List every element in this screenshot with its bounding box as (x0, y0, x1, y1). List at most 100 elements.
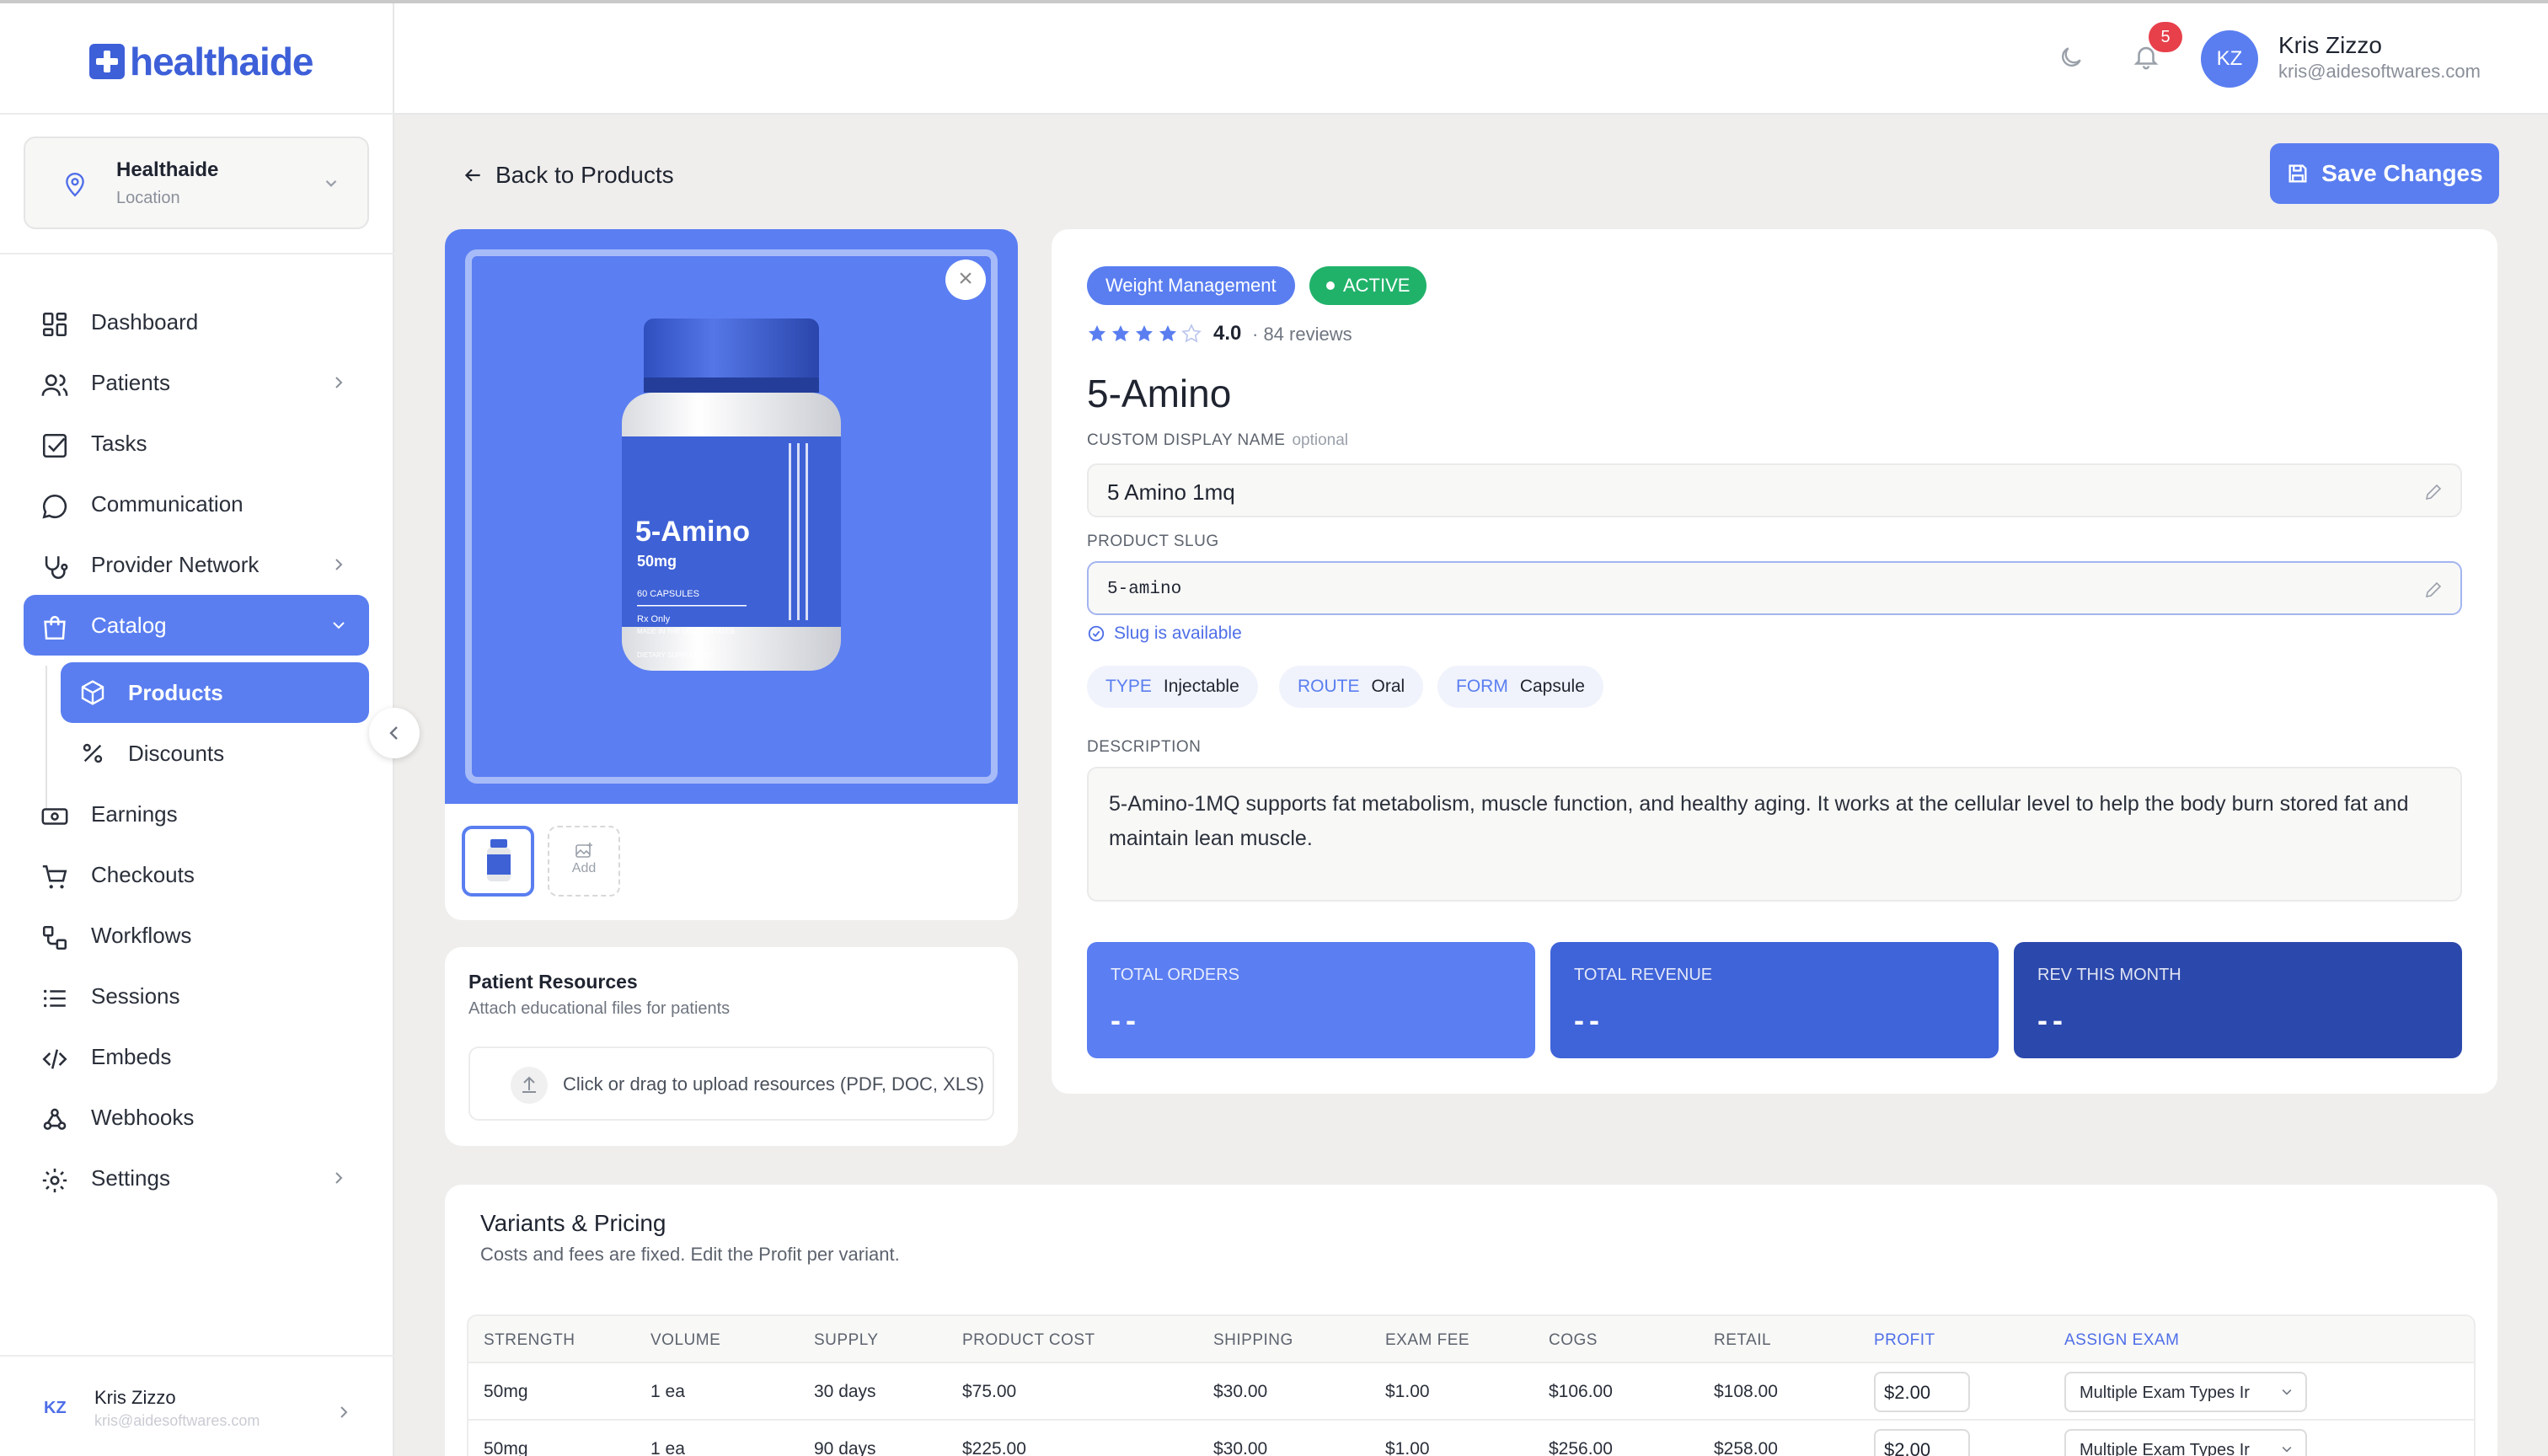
brand-logo[interactable]: healthaide (89, 39, 314, 84)
stat-label: TOTAL ORDERS (1111, 966, 1239, 984)
variants-table: STRENGTH VOLUME SUPPLY PRODUCT COST SHIP… (467, 1314, 2476, 1456)
cell-strength: 50mg (484, 1439, 528, 1456)
sidebar-item-label: Checkouts (91, 861, 195, 887)
assign-exam-select[interactable]: Multiple Exam Types Ir (2064, 1429, 2307, 1456)
column-header: SHIPPING (1213, 1331, 1293, 1349)
resources-title: Patient Resources (468, 971, 638, 993)
sidebar-item-label: Communication (91, 490, 244, 517)
chevron-right-icon (335, 1172, 343, 1184)
cell-strength: 50mg (484, 1382, 528, 1401)
moon-icon[interactable] (2058, 44, 2085, 71)
stat-total-orders: TOTAL ORDERS -- (1087, 942, 1535, 1058)
product-bottle-image: 5-Amino 50mg 60 CAPSULES Rx Only MADE IN… (622, 318, 841, 671)
bottle-label-type: DIETARY SUPPLEMENT (637, 651, 713, 659)
image-thumbnail[interactable] (462, 826, 534, 897)
bottle-label-made: MADE IN THE UNITED STATES (637, 628, 735, 635)
user-name: Kris Zizzo (2278, 32, 2382, 58)
sidebar-user-email: kris@aidesoftwares.com (94, 1412, 260, 1429)
attribute-value: Capsule (1519, 677, 1585, 696)
description-label: DESCRIPTION (1087, 738, 1202, 756)
assign-exam-select[interactable]: Multiple Exam Types Ir (2064, 1372, 2307, 1412)
profit-input[interactable]: $2.00 (1874, 1429, 1970, 1456)
sidebar-item-dashboard[interactable]: Dashboard (24, 292, 369, 352)
sidebar-item-earnings[interactable]: Earnings (24, 784, 369, 844)
chat-bubble-icon (42, 494, 67, 519)
stat-value: -- (2037, 1003, 2068, 1037)
assign-exam-value: Multiple Exam Types Ir (2080, 1441, 2250, 1456)
table-header-row: STRENGTH VOLUME SUPPLY PRODUCT COST SHIP… (468, 1316, 2474, 1363)
save-icon (2288, 164, 2307, 183)
cell-volume: 1 ea (650, 1382, 685, 1401)
sidebar-item-label: Patients (91, 369, 170, 395)
save-changes-button[interactable]: Save Changes (2270, 143, 2499, 204)
pencil-icon[interactable] (2423, 482, 2444, 502)
shopping-cart-icon (42, 864, 67, 889)
bottle-label-rx: Rx Only (637, 614, 671, 624)
cell-supply: 30 days (814, 1382, 876, 1401)
chevron-down-icon (2282, 1389, 2292, 1395)
product-slug-field[interactable]: 5-amino (1087, 561, 2462, 615)
custom-display-name-value: 5 Amino 1mq (1107, 479, 1235, 505)
sidebar-item-catalog[interactable]: Catalog (24, 595, 369, 656)
chevron-down-icon (325, 180, 337, 187)
checkbox-icon (42, 433, 67, 458)
sidebar-item-settings[interactable]: Settings (24, 1148, 369, 1208)
location-label: Location (116, 189, 180, 207)
cell-shipping: $30.00 (1213, 1382, 1268, 1401)
cell-exam-fee: $1.00 (1385, 1439, 1430, 1456)
column-header: PRODUCT COST (962, 1331, 1095, 1349)
divider (0, 253, 394, 254)
upload-text: Click or drag to upload resources (PDF, … (563, 1073, 985, 1095)
bottle-label-name: 5-Amino (635, 516, 750, 548)
sidebar-subitem-discounts[interactable]: Discounts (61, 723, 369, 784)
custom-display-name-field[interactable]: 5 Amino 1mq (1087, 463, 2462, 517)
pencil-icon[interactable] (2423, 580, 2444, 600)
description-textarea[interactable]: 5-Amino-1MQ supports fat metabolism, mus… (1087, 767, 2462, 902)
sidebar-user-initials: KZ (44, 1399, 67, 1417)
sidebar-item-label: Earnings (91, 800, 178, 827)
sidebar-subitem-products[interactable]: Products (61, 662, 369, 723)
attribute-route: ROUTE Oral (1279, 666, 1424, 708)
shopping-bag-icon (44, 615, 66, 640)
sidebar-item-sessions[interactable]: Sessions (24, 966, 369, 1026)
thumbnail-bottle-image (487, 839, 511, 881)
collapse-sidebar-button[interactable] (369, 708, 420, 758)
remove-image-button[interactable]: × (945, 260, 986, 300)
sidebar-item-webhooks[interactable]: Webhooks (24, 1087, 369, 1148)
back-to-products-link[interactable]: Back to Products (462, 162, 674, 189)
product-info-card: Weight Management ACTIVE 4.0 · 84 review… (1052, 229, 2497, 1094)
logo-text: healthaide (130, 40, 314, 83)
sidebar-user-name: Kris Zizzo (94, 1387, 176, 1408)
avatar[interactable]: KZ (2201, 30, 2258, 88)
webhook-icon (43, 1108, 67, 1130)
slug-status-text: Slug is available (1114, 624, 1242, 643)
sidebar-item-checkouts[interactable]: Checkouts (24, 844, 369, 905)
cell-supply: 90 days (814, 1439, 876, 1456)
custom-name-label-text: CUSTOM DISPLAY NAME (1087, 431, 1286, 449)
profit-input[interactable]: $2.00 (1874, 1372, 1970, 1412)
attribute-key: ROUTE (1298, 677, 1360, 696)
workflow-icon (42, 925, 67, 950)
sidebar-item-patients[interactable]: Patients (24, 352, 369, 413)
product-slug-value: 5-amino (1107, 580, 1182, 599)
patient-resources-card: Patient Resources Attach educational fil… (445, 947, 1018, 1146)
sidebar-subitem-label: Discounts (128, 741, 225, 766)
sidebar-item-tasks[interactable]: Tasks (24, 413, 369, 474)
resource-upload-dropzone[interactable]: Click or drag to upload resources (PDF, … (468, 1046, 994, 1121)
cell-shipping: $30.00 (1213, 1439, 1268, 1456)
sidebar-item-communication[interactable]: Communication (24, 474, 369, 534)
star-outline-icon (1181, 324, 1202, 343)
sidebar-item-workflows[interactable]: Workflows (24, 905, 369, 966)
list-icon (43, 989, 66, 1008)
sidebar-item-embeds[interactable]: Embeds (24, 1026, 369, 1087)
location-selector[interactable]: Healthaide Location (24, 136, 369, 229)
sidebar-item-provider-network[interactable]: Provider Network (24, 534, 369, 595)
sidebar-item-label: Settings (91, 1164, 170, 1191)
code-icon (42, 1049, 67, 1069)
attribute-type: TYPE Injectable (1087, 666, 1258, 708)
check-circle-icon (1088, 625, 1105, 642)
sidebar-user-menu[interactable]: KZ Kris Zizzo kris@aidesoftwares.com (0, 1355, 394, 1456)
star-icon (1136, 325, 1153, 342)
column-header: VOLUME (650, 1331, 721, 1349)
add-image-button[interactable]: Add (548, 826, 620, 897)
